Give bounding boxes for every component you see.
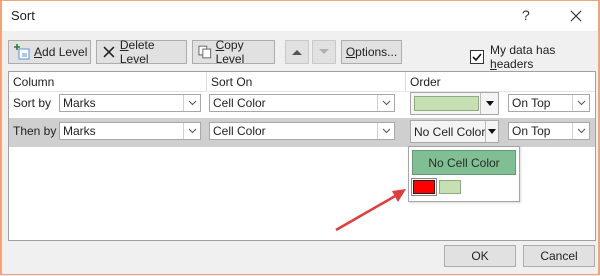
then-by-order-combo[interactable]: No Cell Color (410, 120, 499, 143)
order-header: Order (410, 75, 441, 89)
chevron-down-icon (377, 95, 394, 111)
dialog-title: Sort (11, 8, 35, 23)
order-color-swatch (414, 96, 479, 111)
my-data-has-headers-checkbox[interactable]: My data has headers (470, 43, 598, 71)
title-bar: Sort ? (2, 1, 598, 31)
delete-level-button[interactable]: Delete Level (96, 38, 187, 66)
close-button[interactable] (565, 6, 587, 26)
move-up-button[interactable] (285, 40, 309, 64)
triangle-down-icon (485, 121, 498, 142)
chevron-down-icon (183, 95, 200, 111)
order-value: No Cell Color (414, 124, 486, 139)
my-data-has-headers-label: My data has headers (490, 43, 556, 71)
copy-level-button[interactable]: Copy Level (192, 38, 275, 66)
chevron-down-icon (377, 123, 394, 139)
delete-icon (103, 46, 115, 58)
add-level-button[interactable]: Add Level (8, 40, 91, 64)
no-cell-color-option[interactable]: No Cell Color (412, 150, 516, 175)
checkbox[interactable] (470, 50, 484, 64)
chevron-down-icon (183, 123, 200, 139)
sort-dialog: Sort ? Add Level Delete Level Copy Level (0, 0, 600, 275)
column-header: Column (13, 75, 55, 89)
then-by-column-combo[interactable]: Marks (59, 122, 201, 140)
help-button[interactable]: ? (522, 7, 530, 23)
sort-on-header: Sort On (211, 75, 253, 89)
red-color-swatch[interactable] (411, 178, 437, 196)
header-divider (206, 72, 207, 91)
sort-by-column-combo[interactable]: Marks (59, 94, 201, 112)
then-by-label: Then by (13, 124, 57, 138)
triangle-down-icon (480, 93, 498, 114)
then-by-position-combo[interactable]: On Top (508, 122, 590, 140)
close-icon (570, 10, 582, 22)
triangle-down-icon (319, 49, 329, 54)
options-button[interactable]: Options... (341, 40, 402, 64)
sort-by-label: Sort by (13, 96, 52, 110)
sort-by-position-combo[interactable]: On Top (508, 94, 590, 112)
triangle-up-icon (292, 50, 302, 55)
ok-button[interactable]: OK (444, 245, 516, 267)
header-divider (405, 72, 406, 91)
light-green-color-swatch[interactable] (439, 180, 461, 194)
header-separator (9, 91, 595, 92)
copy-icon (198, 45, 212, 59)
then-by-sort-on-combo[interactable]: Cell Color (209, 122, 395, 140)
sort-by-sort-on-combo[interactable]: Cell Color (209, 94, 395, 112)
sort-by-order-color-combo[interactable] (410, 92, 499, 115)
add-level-icon (14, 44, 30, 60)
move-down-button[interactable] (312, 40, 336, 64)
chevron-down-icon (572, 123, 589, 139)
chevron-down-icon (572, 95, 589, 111)
cell-color-dropdown: No Cell Color (408, 146, 520, 202)
cancel-button[interactable]: Cancel (523, 245, 595, 267)
checkmark-icon (472, 53, 482, 62)
